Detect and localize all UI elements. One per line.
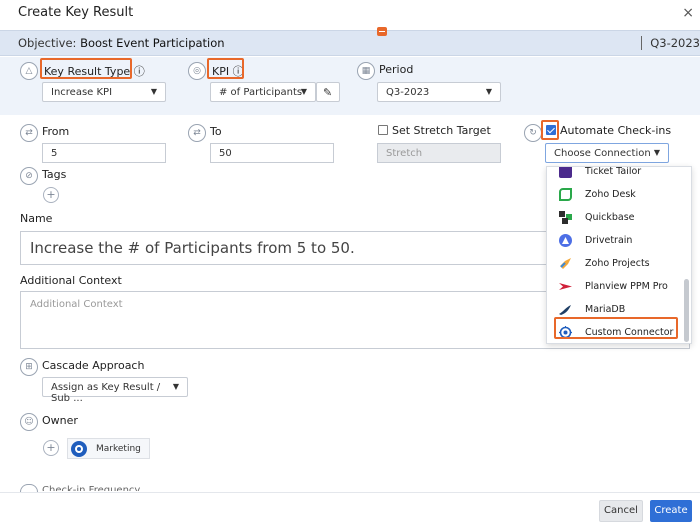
ticket-tailor-icon bbox=[559, 167, 572, 178]
modal-header: Create Key Result × bbox=[0, 0, 700, 28]
modal-title: Create Key Result bbox=[18, 5, 134, 20]
objective-label: Objective: Boost Event Participation bbox=[18, 36, 225, 50]
tags-label: Tags bbox=[42, 168, 67, 181]
from-label: From bbox=[42, 125, 70, 138]
cascade-label: Cascade Approach bbox=[42, 359, 145, 372]
objective-period: Q3-2023 bbox=[641, 36, 700, 50]
connection-option[interactable]: Drivetrain bbox=[547, 230, 685, 253]
add-owner-button[interactable]: + bbox=[43, 440, 59, 456]
cascade-value: Assign as Key Result / Sub ... bbox=[51, 382, 161, 404]
owner-chip[interactable]: Marketing bbox=[67, 438, 150, 459]
owner-icon: ☺ bbox=[20, 413, 38, 431]
owner-avatar bbox=[71, 441, 87, 457]
cascade-select[interactable]: Assign as Key Result / Sub ... ▼ bbox=[42, 377, 188, 404]
modal-footer bbox=[0, 492, 700, 526]
name-label: Name bbox=[20, 212, 53, 225]
stretch-checkbox[interactable] bbox=[378, 125, 388, 135]
zoho-projects-icon bbox=[559, 257, 572, 270]
dropdown-scrollbar[interactable] bbox=[684, 279, 689, 342]
create-button[interactable]: Create bbox=[650, 500, 692, 522]
caret-down-icon: ▼ bbox=[150, 87, 157, 96]
to-icon: ⇄ bbox=[188, 124, 206, 142]
to-input[interactable]: 50 bbox=[210, 143, 334, 163]
calendar-icon: ▦ bbox=[357, 62, 375, 80]
stretch-label: Set Stretch Target bbox=[392, 124, 491, 137]
caret-down-icon: ▼ bbox=[300, 87, 307, 96]
connection-option[interactable]: Planview PPM Pro bbox=[547, 276, 685, 299]
drivetrain-icon bbox=[559, 234, 572, 247]
kpi-icon: ◎ bbox=[188, 62, 206, 80]
mariadb-icon bbox=[559, 303, 572, 316]
highlight-box bbox=[554, 317, 678, 339]
kpi-value: # of Participants bbox=[219, 87, 303, 98]
connection-option-label: Drivetrain bbox=[585, 235, 633, 246]
caret-down-icon: ▼ bbox=[172, 382, 179, 391]
check-in-frequency-label: Check-in Frequency bbox=[42, 485, 141, 491]
type-icon: △ bbox=[20, 62, 38, 80]
period-value: Q3-2023 bbox=[386, 87, 430, 98]
kpi-select[interactable]: # of Participants ▼ bbox=[210, 82, 316, 102]
objective-value: Boost Event Participation bbox=[80, 36, 225, 50]
tag-icon: ⊘ bbox=[20, 167, 38, 185]
connection-option-label: MariaDB bbox=[585, 304, 626, 315]
connection-select[interactable]: Choose Connection ▼ bbox=[545, 143, 669, 163]
connection-option[interactable]: Zoho Desk bbox=[547, 184, 685, 207]
objective-bar: Objective: Boost Event Participation Q3-… bbox=[0, 30, 700, 56]
edit-kpi-button[interactable]: ✎ bbox=[316, 82, 340, 102]
cascade-icon: ⊞ bbox=[20, 358, 38, 376]
collapse-toggle[interactable] bbox=[377, 27, 387, 36]
planview-icon bbox=[559, 280, 572, 293]
owner-name: Marketing bbox=[96, 444, 141, 454]
connection-option-label: Planview PPM Pro bbox=[585, 281, 668, 292]
add-tag-button[interactable]: + bbox=[43, 187, 59, 203]
key-result-type-value: Increase KPI bbox=[51, 87, 113, 98]
from-input[interactable]: 5 bbox=[42, 143, 166, 163]
highlight-box bbox=[207, 58, 244, 79]
period-select[interactable]: Q3-2023 ▼ bbox=[377, 82, 501, 102]
connection-select-value: Choose Connection bbox=[554, 148, 651, 159]
highlight-box bbox=[40, 58, 132, 79]
quickbase-icon bbox=[559, 211, 572, 224]
automate-icon: ↻ bbox=[524, 124, 542, 142]
automate-label: Automate Check-ins bbox=[560, 124, 672, 137]
connection-option-label: Zoho Desk bbox=[585, 189, 636, 200]
pencil-icon: ✎ bbox=[323, 86, 333, 99]
zoho-desk-icon bbox=[559, 188, 572, 201]
connection-option[interactable]: Quickbase bbox=[547, 207, 685, 230]
cancel-button[interactable]: Cancel bbox=[599, 500, 643, 522]
connection-option[interactable]: Ticket Tailor bbox=[547, 166, 685, 184]
from-icon: ⇄ bbox=[20, 124, 38, 142]
owner-label: Owner bbox=[42, 414, 78, 427]
automate-checkbox[interactable] bbox=[546, 125, 556, 135]
caret-down-icon: ▼ bbox=[485, 87, 492, 96]
key-result-type-select[interactable]: Increase KPI ▼ bbox=[42, 82, 166, 102]
connection-option-label: Quickbase bbox=[585, 212, 635, 223]
connection-option[interactable]: Zoho Projects bbox=[547, 253, 685, 276]
connection-option-label: Ticket Tailor bbox=[585, 166, 642, 177]
period-label: Period bbox=[379, 63, 414, 76]
caret-down-icon: ▼ bbox=[653, 148, 660, 157]
stretch-input: Stretch bbox=[377, 143, 501, 163]
context-label: Additional Context bbox=[20, 274, 122, 287]
objective-prefix: Objective: bbox=[18, 36, 77, 50]
info-icon[interactable]: ⓘ bbox=[134, 65, 145, 78]
close-icon[interactable]: × bbox=[682, 5, 694, 21]
connection-option-label: Zoho Projects bbox=[585, 258, 650, 269]
check-in-icon bbox=[20, 484, 38, 492]
to-label: To bbox=[210, 125, 222, 138]
